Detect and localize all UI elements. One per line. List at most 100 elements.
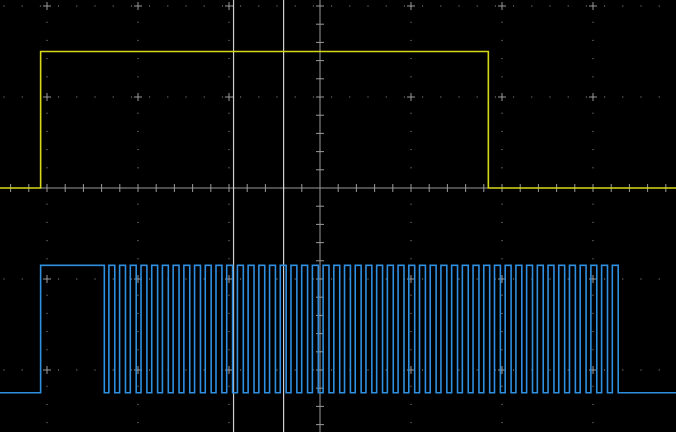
grid-dot [592,203,594,205]
grid-dot [422,96,424,98]
grid-dot [137,349,139,351]
grid-dot [228,221,230,223]
grid-dot [410,221,412,223]
grid-dot [46,167,48,169]
grid-dot [476,96,478,98]
grid-dot [46,294,48,296]
grid-dot [203,5,205,7]
grid-dot [240,96,242,98]
grid-dot [21,278,23,280]
grid-dot [410,149,412,151]
grid-dot [331,96,333,98]
grid-dot [585,96,587,98]
grid-dot [3,96,5,98]
grid-dot [58,369,60,371]
grid-dot [410,294,412,296]
grid-dot [476,5,478,7]
grid-dot [240,369,242,371]
grid-dot [112,96,114,98]
grid-dot [422,5,424,7]
grid-dot [501,149,503,151]
grid-dot [167,96,169,98]
grid-dot [137,112,139,114]
grid-dot [349,5,351,7]
grid-dot [403,5,405,7]
grid-dot [410,76,412,78]
grid-dot [94,5,96,7]
grid-dot [137,76,139,78]
grid-dot [46,203,48,205]
grid-dot [185,278,187,280]
grid-dot [549,5,551,7]
grid-dot [228,422,230,424]
grid-dot [228,112,230,114]
grid-dot [592,422,594,424]
grid-dot [228,130,230,132]
grid-dot [137,294,139,296]
grid-dot [46,312,48,314]
grid-dot [658,5,660,7]
grid-dot [46,39,48,41]
grid-dot [567,278,569,280]
grid-dot [349,96,351,98]
grid-dot [276,278,278,280]
grid-dot [622,278,624,280]
grid-dot [46,258,48,260]
grid-dot [422,278,424,280]
grid-dot [185,369,187,371]
grid-dot [137,21,139,23]
grid-dot [567,5,569,7]
grid-dot [294,278,296,280]
grid-dot [640,369,642,371]
grid-dot [513,5,515,7]
grid-dot [112,278,114,280]
grid-dot [658,369,660,371]
grid-dot [367,96,369,98]
grid-dot [185,5,187,7]
grid-dot [622,96,624,98]
grid-dot [137,221,139,223]
grid-dot [476,278,478,280]
grid-dot [58,96,60,98]
grid-dot [549,96,551,98]
grid-dot [46,221,48,223]
grid-dot [531,5,533,7]
grid-dot [622,5,624,7]
grid-dot [76,369,78,371]
grid-dot [331,369,333,371]
grid-dot [385,369,387,371]
grid-dot [494,96,496,98]
grid-dot [294,5,296,7]
grid-dot [385,5,387,7]
grid-dot [501,39,503,41]
grid-dot [130,96,132,98]
grid-dot [46,349,48,351]
grid-dot [94,278,96,280]
grid-dot [501,58,503,60]
grid-dot [331,5,333,7]
grid-dot [137,167,139,169]
grid-dot [592,349,594,351]
grid-dot [410,331,412,333]
grid-dot [640,278,642,280]
grid-dot [167,5,169,7]
grid-dot [367,369,369,371]
grid-dot [604,96,606,98]
grid-dot [137,130,139,132]
grid-dot [592,112,594,114]
grid-dot [476,369,478,371]
grid-dot [592,403,594,405]
grid-dot [592,331,594,333]
grid-dot [440,5,442,7]
grid-dot [501,331,503,333]
grid-dot [513,278,515,280]
grid-dot [501,76,503,78]
grid-dot [228,240,230,242]
grid-dot [410,130,412,132]
grid-dot [112,5,114,7]
grid-dot [137,58,139,60]
grid-dot [294,369,296,371]
grid-dot [221,96,223,98]
grid-dot [149,278,151,280]
grid-dot [3,5,5,7]
